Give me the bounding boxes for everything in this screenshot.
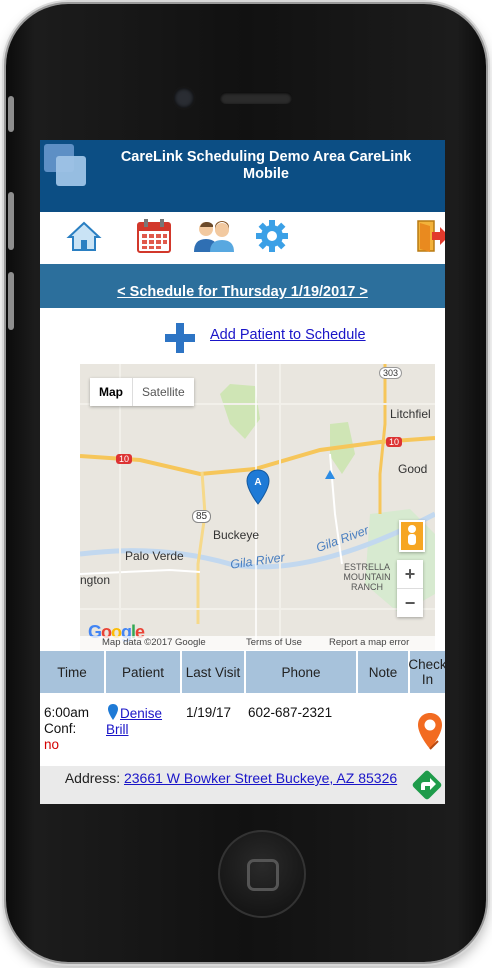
carelink-logo: [44, 144, 88, 186]
logout-icon[interactable]: [414, 218, 445, 254]
schedule-date-nav[interactable]: < Schedule for Thursday 1/19/2017 >: [40, 284, 445, 300]
col-header-check-in: Check In: [408, 651, 445, 693]
app-header: CareLink Scheduling Demo Area CareLink M…: [40, 140, 445, 212]
conf-status: no: [44, 737, 60, 752]
col-header-time: Time: [40, 651, 104, 693]
zoom-out-button[interactable]: −: [397, 589, 423, 617]
col-header-note: Note: [358, 651, 408, 693]
address-label: Address:: [64, 770, 121, 786]
address-link[interactable]: 23661 W Bowker Street Buckeye, AZ 85326: [124, 770, 397, 786]
map-type-control: Map Satellite: [90, 378, 194, 406]
map-data-attribution: Map data ©2017 Google: [102, 637, 206, 648]
nav-bar: [40, 212, 445, 264]
col-header-patient: Patient: [106, 651, 180, 693]
place-palo-verde: Palo Verde: [125, 549, 184, 563]
place-arlington: ngton: [80, 573, 111, 587]
place-goodyear: Good: [398, 462, 428, 476]
patient-name-link[interactable]: Denise Brill: [106, 706, 180, 738]
place-buckeye: Buckeye: [213, 528, 260, 542]
add-patient-link[interactable]: Add Patient to Schedule: [210, 327, 366, 343]
map-view[interactable]: Map Satellite 303 Litchfiel Good 10 10 8…: [80, 364, 435, 650]
home-icon[interactable]: [66, 218, 102, 254]
col-header-phone: Phone: [246, 651, 356, 693]
patient-phone: 602-687-2321: [248, 705, 333, 720]
last-visit-date: 1/19/17: [186, 705, 232, 720]
gear-icon[interactable]: [254, 218, 290, 254]
check-in-icon[interactable]: [416, 711, 444, 751]
map-type-map-button[interactable]: Map: [90, 378, 132, 406]
app-title: CareLink Scheduling Demo Area CareLink M…: [120, 149, 412, 182]
conf-label: Conf:: [44, 721, 77, 736]
phone-screen: CareLink Scheduling Demo Area CareLink M…: [40, 140, 445, 804]
route-85-shield: 85: [192, 510, 212, 523]
zoom-control: + −: [397, 560, 423, 617]
users-icon[interactable]: [192, 218, 236, 254]
schedule-date-bar: < Schedule for Thursday 1/19/2017 >: [40, 264, 445, 308]
address-block: Address: 23661 W Bowker Street Buckeye, …: [56, 770, 406, 787]
earpiece-speaker: [220, 92, 292, 104]
map-tiles: [80, 364, 435, 650]
directions-icon[interactable]: [412, 770, 442, 800]
volume-down-button: [8, 272, 14, 330]
mute-switch: [8, 96, 14, 132]
route-303-shield: 303: [379, 367, 403, 379]
map-terms-link[interactable]: Terms of Use: [246, 637, 302, 648]
interstate-10-shield-left: 10: [116, 454, 133, 464]
map-marker-label: A: [254, 477, 261, 488]
map-marker-icon[interactable]: A: [246, 469, 270, 505]
interstate-10-shield-right: 10: [386, 437, 403, 447]
front-camera: [174, 88, 194, 108]
volume-up-button: [8, 192, 14, 250]
map-footer: Map data ©2017 Google Terms of Use Repor…: [80, 636, 435, 650]
zoom-in-button[interactable]: +: [397, 560, 423, 589]
plus-icon[interactable]: [164, 322, 196, 354]
home-button[interactable]: [218, 830, 306, 918]
col-header-last-visit: Last Visit: [182, 651, 244, 693]
map-type-satellite-button[interactable]: Satellite: [132, 378, 194, 406]
place-litchfield: Litchfiel: [390, 407, 431, 421]
address-row: Address: 23661 W Bowker Street Buckeye, …: [40, 766, 445, 804]
appointment-time: 6:00am: [44, 705, 90, 720]
street-view-pegman-icon[interactable]: [399, 520, 425, 552]
calendar-icon[interactable]: [136, 218, 172, 254]
place-estrella: ESTRELLA MOUNTAIN RANCH: [343, 562, 391, 592]
map-report-error-link[interactable]: Report a map error: [329, 637, 409, 648]
